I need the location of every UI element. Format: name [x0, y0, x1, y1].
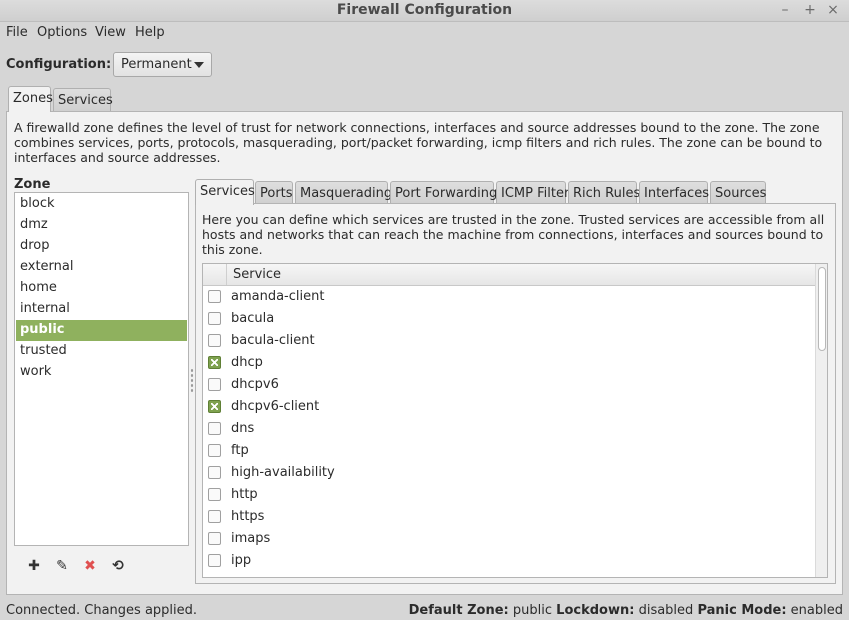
- service-name: ipp: [231, 553, 252, 568]
- zone-item-external[interactable]: external: [16, 257, 187, 278]
- status-bar: Connected. Changes applied. Default Zone…: [0, 598, 849, 620]
- configuration-value: Permanent: [121, 57, 192, 72]
- tab-zone-rich-rules[interactable]: Rich Rules: [568, 181, 640, 205]
- default-zone-value: public: [512, 603, 553, 618]
- menu-help[interactable]: Help: [135, 25, 165, 40]
- service-name: ftp: [231, 443, 249, 458]
- service-checkbox[interactable]: [208, 444, 221, 457]
- zone-list[interactable]: block dmz drop external home internal pu…: [14, 192, 189, 546]
- zone-description: A firewalld zone defines the level of tr…: [14, 120, 823, 165]
- checkbox-column-header[interactable]: [203, 264, 227, 285]
- edit-icon[interactable]: ✎: [52, 556, 72, 576]
- tab-zone-icmp-filter[interactable]: ICMP Filter: [496, 181, 569, 205]
- menu-file[interactable]: File: [6, 25, 28, 40]
- zone-item-internal[interactable]: internal: [16, 299, 187, 320]
- tab-zone-interfaces[interactable]: Interfaces: [639, 181, 709, 205]
- tab-zone-ports[interactable]: Ports: [255, 181, 293, 205]
- service-name: imaps: [231, 531, 271, 546]
- table-row[interactable]: http: [203, 484, 815, 506]
- service-checkbox[interactable]: [208, 554, 221, 567]
- service-name: amanda-client: [231, 289, 325, 304]
- table-row[interactable]: ftp: [203, 440, 815, 462]
- service-column-header[interactable]: Service: [233, 267, 281, 282]
- table-row[interactable]: bacula-client: [203, 330, 815, 352]
- service-checkbox[interactable]: [208, 290, 221, 303]
- zone-item-block[interactable]: block: [16, 194, 187, 215]
- tab-zone-masquerading[interactable]: Masquerading: [295, 181, 392, 205]
- menu-options[interactable]: Options: [37, 25, 87, 40]
- title-bar: Firewall Configuration – + ×: [0, 0, 849, 22]
- maximize-button[interactable]: +: [801, 1, 819, 19]
- chevron-down-icon: [194, 62, 204, 68]
- services-description: Here you can define which services are t…: [202, 212, 825, 257]
- panic-mode-label: Panic Mode:: [697, 603, 787, 618]
- services-scrollbar[interactable]: [815, 264, 827, 577]
- tab-zone-port-forwarding[interactable]: Port Forwarding: [390, 181, 497, 205]
- service-checkbox[interactable]: [208, 312, 221, 325]
- menu-bar: File Options View Help: [0, 22, 849, 44]
- zone-item-public[interactable]: public: [16, 320, 187, 341]
- table-row[interactable]: bacula: [203, 308, 815, 330]
- service-name: https: [231, 509, 265, 524]
- service-name: dhcpv6-client: [231, 399, 320, 414]
- zone-item-work[interactable]: work: [16, 362, 187, 383]
- pane-splitter-handle[interactable]: [190, 368, 194, 394]
- service-name: dhcp: [231, 355, 263, 370]
- default-zone-label: Default Zone:: [408, 603, 509, 618]
- tab-services[interactable]: Services: [53, 88, 113, 112]
- minimize-button[interactable]: –: [776, 1, 794, 19]
- close-button[interactable]: ×: [824, 1, 842, 19]
- lockdown-label: Lockdown:: [556, 603, 635, 618]
- tab-zone-sources[interactable]: Sources: [710, 181, 766, 205]
- service-checkbox[interactable]: [208, 378, 221, 391]
- service-checkbox[interactable]: [208, 422, 221, 435]
- service-name: bacula-client: [231, 333, 315, 348]
- service-checkbox-checked[interactable]: [208, 400, 221, 413]
- table-row[interactable]: dhcp: [203, 352, 815, 374]
- status-summary: Default Zone: public Lockdown: disabled …: [409, 603, 843, 618]
- services-table[interactable]: Service amanda-client bacula bacula-clie…: [202, 263, 828, 578]
- panic-mode-value: enabled: [790, 603, 843, 618]
- zone-item-dmz[interactable]: dmz: [16, 215, 187, 236]
- table-row[interactable]: high-availability: [203, 462, 815, 484]
- configuration-dropdown[interactable]: Permanent: [113, 52, 212, 77]
- tab-zone-services[interactable]: Services: [195, 179, 255, 205]
- connection-status: Connected. Changes applied.: [6, 603, 198, 618]
- menu-view[interactable]: View: [95, 25, 126, 40]
- zone-list-label: Zone: [14, 177, 51, 192]
- table-row[interactable]: dhcpv6-client: [203, 396, 815, 418]
- scrollbar-thumb[interactable]: [818, 267, 826, 351]
- add-icon[interactable]: ✚: [24, 556, 44, 576]
- window-title: Firewall Configuration: [336, 2, 513, 18]
- service-name: http: [231, 487, 258, 502]
- service-checkbox[interactable]: [208, 532, 221, 545]
- configuration-label: Configuration:: [6, 57, 112, 72]
- remove-icon[interactable]: ✖: [80, 556, 100, 576]
- zone-item-drop[interactable]: drop: [16, 236, 187, 257]
- service-checkbox[interactable]: [208, 334, 221, 347]
- zone-item-trusted[interactable]: trusted: [16, 341, 187, 362]
- table-row[interactable]: dhcpv6: [203, 374, 815, 396]
- table-row[interactable]: imaps: [203, 528, 815, 550]
- table-header: Service: [203, 264, 815, 286]
- service-name: dns: [231, 421, 255, 436]
- zone-item-home[interactable]: home: [16, 278, 187, 299]
- service-checkbox[interactable]: [208, 488, 221, 501]
- service-name: high-availability: [231, 465, 335, 480]
- service-checkbox[interactable]: [208, 466, 221, 479]
- service-name: dhcpv6: [231, 377, 279, 392]
- service-name: bacula: [231, 311, 275, 326]
- firewall-window: Firewall Configuration – + × File Option…: [0, 0, 849, 620]
- lockdown-value: disabled: [638, 603, 694, 618]
- service-checkbox-checked[interactable]: [208, 356, 221, 369]
- table-row[interactable]: dns: [203, 418, 815, 440]
- table-row[interactable]: ipp: [203, 550, 815, 572]
- load-defaults-icon[interactable]: ⟲: [108, 556, 128, 576]
- table-row[interactable]: https: [203, 506, 815, 528]
- service-checkbox[interactable]: [208, 510, 221, 523]
- table-row[interactable]: amanda-client: [203, 286, 815, 308]
- tab-zones[interactable]: Zones: [8, 86, 53, 112]
